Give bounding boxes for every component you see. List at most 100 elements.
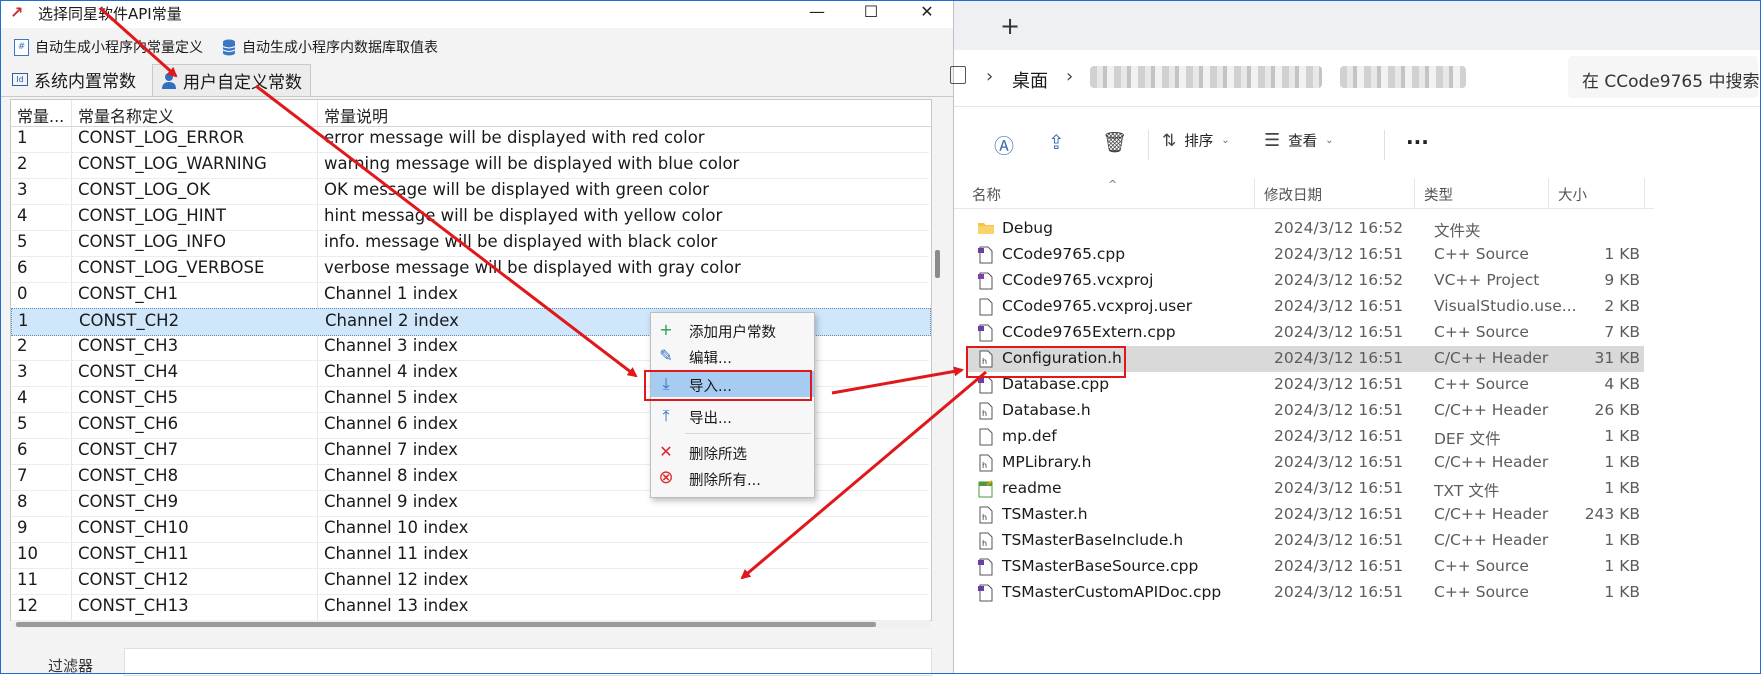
cell-name: CONST_CH6 <box>78 414 179 433</box>
cell-description: Channel 12 index <box>324 570 469 589</box>
menu-item[interactable]: ✕ 删除所选 <box>651 439 814 465</box>
chevron-right-icon: › <box>1066 66 1074 87</box>
file-name: MPLibrary.h <box>1002 453 1092 471</box>
blank-file-icon <box>978 298 994 316</box>
menu-separator <box>685 433 811 434</box>
column-name[interactable]: 名称 <box>972 184 1001 205</box>
sort-button[interactable]: ⇅ 排序 ⌄ <box>1162 130 1230 151</box>
file-type: C++ Source <box>1434 375 1529 393</box>
file-name: TSMasterCustomAPIDoc.cpp <box>1002 583 1222 601</box>
cell-name: CONST_CH8 <box>78 466 179 485</box>
file-type: VC++ Project <box>1434 271 1540 289</box>
cell-value: 5 <box>17 414 28 433</box>
table-row[interactable]: 1 CONST_LOG_ERROR error message will be di… <box>11 126 929 153</box>
file-explorer-window: + › 桌面 › 在 CCode9765 中搜索 Ⓐ ⇪ 🗑 ⇅ 排序 ⌄ ☰ … <box>950 0 1760 674</box>
file-date: 2024/3/12 16:51 <box>1274 479 1404 497</box>
column-size[interactable]: 大小 <box>1558 184 1587 205</box>
filter-input[interactable] <box>124 648 932 676</box>
file-name: CCode9765.vcxproj <box>1002 271 1154 289</box>
generate-db-table-button[interactable]: 自动生成小程序内数据库取值表 <box>222 37 438 57</box>
column-divider <box>1644 178 1645 208</box>
cell-value: 5 <box>17 232 28 251</box>
table-row[interactable]: 9 CONST_CH10 Channel 10 index <box>11 516 929 543</box>
cpp-file-icon <box>978 558 994 576</box>
cell-value: 9 <box>17 518 28 537</box>
trash-icon: 🗑 <box>1102 130 1128 154</box>
file-row[interactable]: Debug 2024/3/12 16:52 文件夹 <box>968 216 1644 242</box>
file-size: 1 KB <box>1604 479 1640 497</box>
file-name: TSMasterBaseInclude.h <box>1002 531 1184 549</box>
rename-icon: Ⓐ <box>994 134 1014 158</box>
file-row[interactable]: TSMasterBaseSource.cpp 2024/3/12 16:51 C++… <box>968 554 1644 580</box>
column-date[interactable]: 修改日期 <box>1264 184 1322 205</box>
cell-name: CONST_CH11 <box>78 544 189 563</box>
menu-item[interactable]: ⤒ 导出... <box>651 403 814 429</box>
column-type[interactable]: 类型 <box>1424 184 1453 205</box>
new-tab-button[interactable]: + <box>1000 12 1020 40</box>
header-value[interactable]: 常量... <box>17 103 64 127</box>
table-row[interactable]: 6 CONST_LOG_VERBOSE verbose message will b… <box>11 256 929 283</box>
file-type: C++ Source <box>1434 583 1529 601</box>
header-name[interactable]: 常量名称定义 <box>78 103 174 127</box>
table-row[interactable]: 11 CONST_CH12 Channel 12 index <box>11 568 929 595</box>
file-row[interactable]: CCode9765.vcxproj 2024/3/12 16:52 VC++ Pro… <box>968 268 1644 294</box>
cpp-file-icon <box>978 246 994 264</box>
cell-value: 11 <box>17 570 38 589</box>
tab-user-constants[interactable]: 用户自定义常数 <box>152 64 311 96</box>
file-row[interactable]: CCode9765Extern.cpp 2024/3/12 16:51 C++ So… <box>968 320 1644 346</box>
cell-value: 12 <box>17 596 38 615</box>
table-row[interactable]: 5 CONST_LOG_INFO info. message will be dis… <box>11 230 929 257</box>
more-options-button[interactable]: ··· <box>1406 130 1429 154</box>
horizontal-scrollbar-thumb[interactable] <box>16 622 876 627</box>
chevron-down-icon: ⌄ <box>1325 135 1334 146</box>
vertical-scrollbar-thumb[interactable] <box>935 250 940 278</box>
tab-system-constants[interactable]: Id 系统内置常数 <box>4 64 144 95</box>
cell-description: Channel 5 index <box>324 388 458 407</box>
table-row[interactable]: 0 CONST_CH1 Channel 1 index <box>11 282 929 309</box>
highlight-box-configuration <box>966 346 1126 378</box>
rename-button[interactable]: Ⓐ <box>994 130 1014 159</box>
file-date: 2024/3/12 16:51 <box>1274 427 1404 445</box>
file-row[interactable]: h TSMaster.h 2024/3/12 16:51 C/C++ Header 24… <box>968 502 1644 528</box>
maximize-button[interactable]: ☐ <box>848 0 894 26</box>
file-row[interactable]: CCode9765.cpp 2024/3/12 16:51 C++ Source 1 … <box>968 242 1644 268</box>
file-type: C++ Source <box>1434 323 1529 341</box>
file-date: 2024/3/12 16:52 <box>1274 219 1404 237</box>
menu-item[interactable]: ✎ 编辑... <box>651 343 814 369</box>
file-row[interactable]: CCode9765.vcxproj.user 2024/3/12 16:51 Vis… <box>968 294 1644 320</box>
tab-user-constants-label: 用户自定义常数 <box>183 73 302 93</box>
table-row[interactable]: 10 CONST_CH11 Channel 11 index <box>11 542 929 569</box>
file-row[interactable]: readme 2024/3/12 16:51 TXT 文件 1 KB <box>968 476 1644 502</box>
table-row[interactable]: 4 CONST_LOG_HINT hint message will be disp… <box>11 204 929 231</box>
file-row[interactable]: h TSMasterBaseInclude.h 2024/3/12 16:51 C/C… <box>968 528 1644 554</box>
file-row[interactable]: TSMasterCustomAPIDoc.cpp 2024/3/12 16:51 C… <box>968 580 1644 606</box>
menu-item[interactable]: ⊗ 删除所有... <box>651 465 814 491</box>
search-box[interactable]: 在 CCode9765 中搜索 <box>1568 56 1759 98</box>
delete-button[interactable]: 🗑 <box>1102 130 1127 154</box>
context-menu: + 添加用户常数 ✎ 编辑... ⤓ 导入... ⤒ 导出... ✕ 删除所选 ⊗ 删除所有... <box>650 312 815 498</box>
table-row[interactable]: 12 CONST_CH13 Channel 13 index <box>11 594 929 621</box>
toolbar: # 自动生成小程序内常量定义 自动生成小程序内数据库取值表 <box>0 34 953 60</box>
file-name: CCode9765.cpp <box>1002 245 1126 263</box>
menu-item-label: 添加用户常数 <box>689 325 776 341</box>
view-button[interactable]: ☰ 查看 ⌄ <box>1264 130 1334 151</box>
file-type: C/C++ Header <box>1434 531 1549 549</box>
file-name: CCode9765.vcxproj.user <box>1002 297 1193 315</box>
menu-item[interactable]: + 添加用户常数 <box>651 317 814 343</box>
table-row[interactable]: 3 CONST_LOG_OK OK message will be displaye… <box>11 178 929 205</box>
file-row[interactable]: h MPLibrary.h 2024/3/12 16:51 C/C++ Header 1… <box>968 450 1644 476</box>
table-row[interactable]: 2 CONST_LOG_WARNING warning message will b… <box>11 152 929 179</box>
close-button[interactable]: ✕ <box>904 0 950 26</box>
generate-db-table-label: 自动生成小程序内数据库取值表 <box>242 40 438 56</box>
id-card-icon: Id <box>12 73 28 86</box>
window-title: 选择同星软件API常量 <box>38 5 182 23</box>
generate-constants-button[interactable]: # 自动生成小程序内常量定义 <box>14 37 203 57</box>
file-row[interactable]: mp.def 2024/3/12 16:51 DEF 文件 1 KB <box>968 424 1644 450</box>
file-row[interactable]: h Database.h 2024/3/12 16:51 C/C++ Header 26… <box>968 398 1644 424</box>
breadcrumb-desktop[interactable]: 桌面 <box>1012 67 1048 93</box>
header-description[interactable]: 常量说明 <box>324 103 388 127</box>
file-type: VisualStudio.use... <box>1434 297 1577 315</box>
minimize-button[interactable]: — <box>794 0 840 26</box>
plus-icon: + <box>659 320 673 339</box>
share-button[interactable]: ⇪ <box>1048 130 1065 154</box>
